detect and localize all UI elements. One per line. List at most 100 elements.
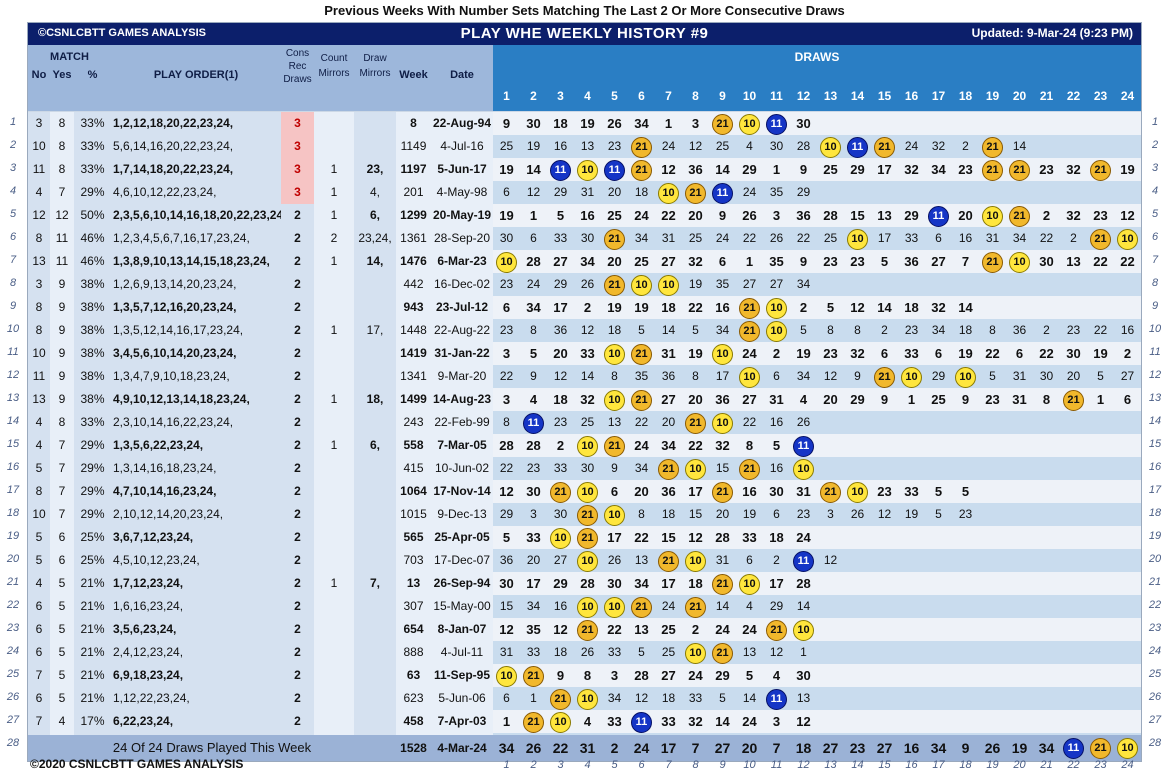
draw-number: 27 — [553, 553, 568, 567]
cell-week: 201 — [396, 181, 431, 204]
draw-number: 24 — [661, 139, 676, 153]
cell-no: 3 — [28, 273, 50, 296]
draw-numbers: 28 28 2 10 21 24 34 22 32 8 5 11 — [493, 434, 1141, 457]
draw-column-number: 7 — [665, 89, 672, 103]
draw-number: 35 — [769, 185, 784, 199]
draw-number: 24 — [904, 139, 919, 153]
draw-number: 19 — [499, 162, 514, 177]
cell-cons: 2 — [281, 388, 314, 411]
cell-week: 623 — [396, 687, 431, 710]
draw-number: 36 — [661, 369, 676, 383]
draw-number: 5 — [529, 346, 538, 361]
cell-cm — [314, 641, 354, 664]
cell-date: 22-Aug-94 — [431, 112, 493, 135]
row-number-left: 18 — [6, 507, 20, 519]
draw-number: 19 — [688, 346, 703, 361]
draw-number: 15 — [688, 507, 703, 521]
number-highlight: 11 — [766, 689, 787, 710]
draw-number: 19 — [742, 507, 757, 521]
cell-cons: 2 — [281, 480, 314, 503]
summary-draw-number: 26 — [525, 740, 542, 756]
cell-order: 3,6,7,12,23,24, — [111, 526, 281, 549]
row-number-right: 10 — [1148, 323, 1162, 335]
draw-number: 34 — [796, 369, 811, 383]
draw-numbers: 9 30 18 19 26 34 1 3 21 10 11 30 — [493, 112, 1141, 135]
draw-number: 5 — [989, 369, 996, 383]
draw-number: 18 — [661, 300, 676, 315]
cell-yes: 9 — [50, 388, 74, 411]
bottom-column-number: 12 — [797, 759, 810, 771]
table-row: 4 5 21% 1,7,12,23,24, 2 1 7, 13 26-Sep-94 30 17 29 2… — [28, 572, 1141, 595]
draw-number: 28 — [715, 530, 730, 545]
row-number-left: 2 — [9, 139, 17, 151]
cell-yes: 9 — [50, 342, 74, 365]
draw-number: 13 — [877, 208, 892, 223]
cell-dm: 6, — [354, 204, 396, 227]
table-row: 7 4 17% 6,22,23,24, 2 458 7-Apr-03 1 21 10 4 33 11 33… — [28, 710, 1141, 733]
number-highlight: 21 — [712, 574, 733, 595]
number-highlight: 21 — [577, 528, 598, 549]
draw-number: 24 — [526, 277, 541, 291]
draw-number: 29 — [553, 277, 568, 291]
draw-column-number: 2 — [530, 89, 537, 103]
cell-order: 1,2,3,4,5,6,7,16,17,23,24, — [111, 227, 281, 250]
table-row: 8 9 38% 1,3,5,12,14,16,17,23,24, 2 1 17, 1448 22… — [28, 319, 1141, 342]
table-row: 4 8 33% 2,3,10,14,16,22,23,24, 2 243 22-Feb-99… — [28, 411, 1141, 434]
row-number-left: 14 — [6, 415, 20, 427]
cell-date: 20-May-19 — [431, 204, 493, 227]
cell-pct: 17% — [74, 710, 111, 733]
number-highlight: 10 — [712, 344, 733, 365]
number-highlight: 11 — [793, 551, 814, 572]
draw-number: 17 — [661, 576, 676, 591]
cell-order: 5,6,14,16,20,22,23,24, — [111, 135, 281, 158]
cell-no: 6 — [28, 618, 50, 641]
draw-number: 12 — [499, 622, 514, 637]
draw-number: 23 — [499, 323, 514, 337]
draw-number: 17 — [769, 576, 784, 591]
cell-no: 5 — [28, 549, 50, 572]
draw-number: 21 — [871, 135, 898, 158]
draw-number: 27 — [661, 668, 676, 683]
draw-number: 7 — [961, 254, 970, 269]
cell-order: 1,7,14,18,20,22,23,24, — [111, 158, 281, 181]
number-highlight: 11 — [523, 413, 544, 434]
draw-number: 14 — [715, 162, 730, 177]
draw-number: 29 — [769, 599, 784, 613]
draw-number: 19 — [607, 300, 622, 315]
draw-number: 5 — [935, 507, 942, 521]
table-row: 8 9 38% 1,3,5,7,12,16,20,23,24, 2 943 23-Jul-1… — [28, 296, 1141, 319]
draw-number: 4 — [529, 392, 538, 407]
cell-dm — [354, 549, 396, 572]
draw-number: 14 — [715, 714, 730, 729]
header-week: Week — [399, 69, 428, 81]
draw-number: 12 — [688, 139, 703, 153]
draw-number: 24 — [796, 530, 811, 545]
draw-number: 22 — [1039, 346, 1054, 361]
cell-order: 3,4,5,6,10,14,20,23,24, — [111, 342, 281, 365]
draw-number: 10 — [628, 273, 655, 296]
draw-number: 14 — [715, 599, 730, 613]
draw-number: 12 — [796, 714, 811, 729]
draw-number: 2 — [1042, 208, 1051, 223]
draw-number: 21 — [736, 457, 763, 480]
draw-number: 30 — [499, 576, 514, 591]
cell-order: 1,12,22,23,24, — [111, 687, 281, 710]
draw-number: 35 — [634, 369, 649, 383]
summary-draw-number: 17 — [660, 740, 677, 756]
row-number-right: 15 — [1148, 438, 1162, 450]
cell-date: 16-Dec-02 — [431, 273, 493, 296]
table-row: 11 8 33% 1,7,14,18,20,22,23,24, 3 1 23, 1197 5-J… — [28, 158, 1141, 181]
draw-number: 21 — [736, 319, 763, 342]
draw-number: 21 — [1060, 388, 1087, 411]
cell-date: 25-Apr-05 — [431, 526, 493, 549]
cell-yes: 8 — [50, 158, 74, 181]
table-row: 8 11 46% 1,2,3,4,5,6,7,16,17,23,24, 2 2 23,24,… — [28, 227, 1141, 250]
row-number-left: 26 — [6, 691, 20, 703]
draw-number: 29 — [796, 185, 811, 199]
draw-number: 15 — [850, 208, 865, 223]
draw-number: 20 — [823, 392, 838, 407]
draw-number: 21 — [601, 273, 628, 296]
draw-number: 35 — [526, 622, 541, 637]
draw-number: 10 — [817, 135, 844, 158]
draw-number: 23 — [1093, 208, 1108, 223]
